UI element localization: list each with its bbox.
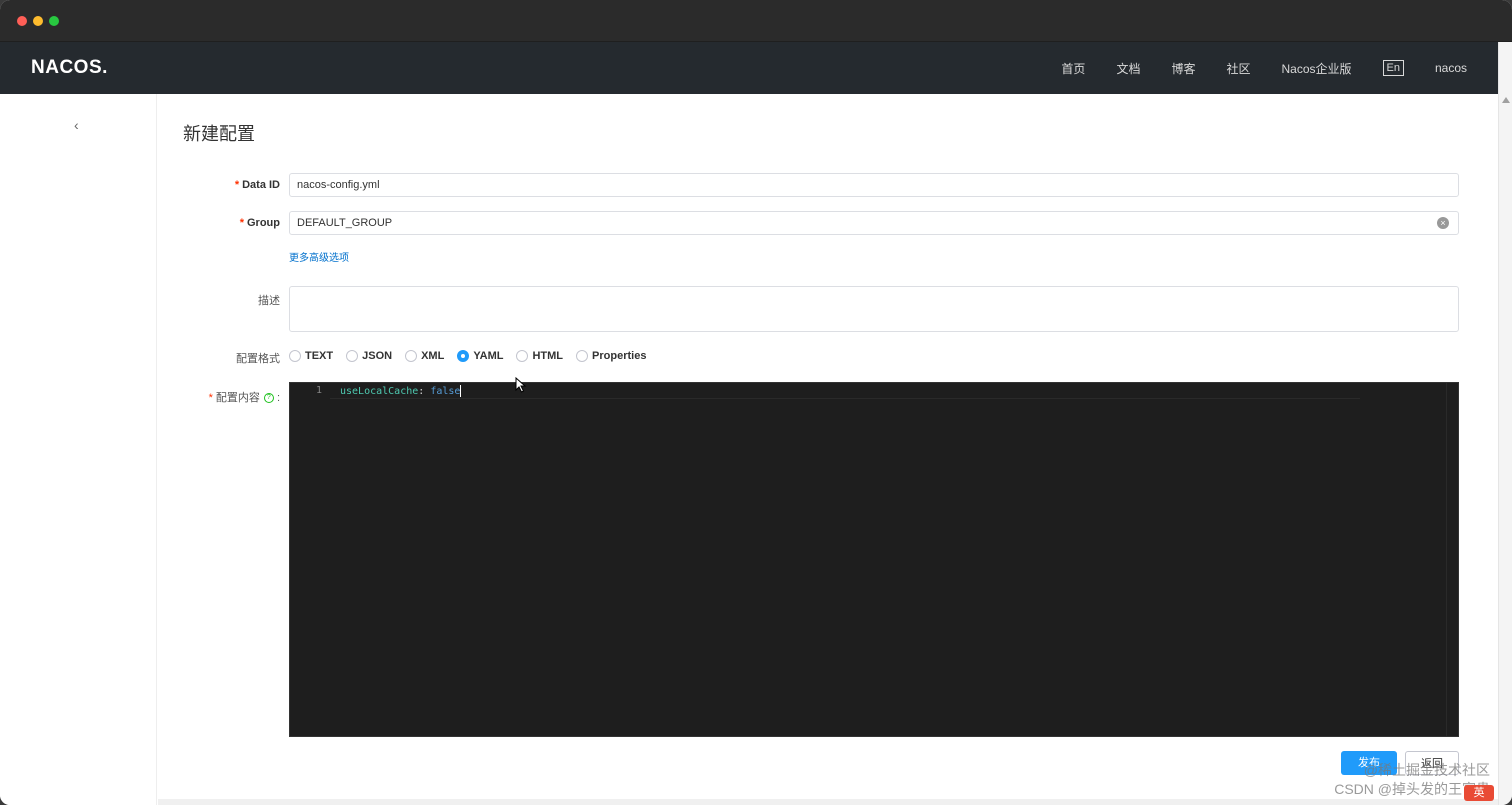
format-radio-xml[interactable]: XML — [405, 350, 444, 362]
group-input[interactable]: DEFAULT_GROUP × — [289, 211, 1459, 235]
radio-label: JSON — [362, 350, 393, 362]
nacos-logo[interactable]: NACOS. — [31, 56, 108, 80]
yaml-separator: : — [418, 386, 431, 397]
radio-circle — [346, 350, 359, 362]
group-input-value: DEFAULT_GROUP — [297, 217, 393, 229]
radio-circle — [516, 350, 529, 362]
format-radio-json[interactable]: JSON — [346, 350, 392, 362]
browser-window: NACOS. 首页 文档 博客 社区 Nacos企业版 En nacos ‹ 新… — [0, 0, 1512, 805]
content-label-text: 配置内容 — [215, 392, 260, 404]
editor-scrollbar[interactable] — [1446, 383, 1458, 736]
ime-indicator-icon: 英 — [1464, 785, 1494, 801]
format-radio-yaml[interactable]: YAML — [457, 350, 503, 362]
required-mark: * — [239, 217, 244, 229]
clear-icon[interactable]: × — [1437, 217, 1449, 229]
radio-label: XML — [421, 350, 445, 362]
radio-label: YAML — [473, 350, 504, 362]
scroll-up-icon[interactable] — [1502, 97, 1510, 103]
nav-item-enterprise[interactable]: Nacos企业版 — [1281, 60, 1351, 77]
format-radio-properties[interactable]: Properties — [576, 350, 646, 362]
top-navbar: NACOS. 首页 文档 博客 社区 Nacos企业版 En nacos — [0, 42, 1512, 94]
page-title: 新建配置 — [183, 124, 255, 144]
nav-item-blog[interactable]: 博客 — [1171, 60, 1195, 77]
radio-label: HTML — [532, 350, 564, 362]
main-content: 新建配置 * Data ID nacos-config.yml * Group DE… — [158, 94, 1498, 805]
content-label: * 配置内容? : — [160, 389, 280, 405]
close-window-button[interactable] — [17, 16, 27, 26]
format-label: 配置格式 — [236, 353, 280, 365]
required-mark: * — [208, 392, 213, 404]
data-id-label-text: Data ID — [242, 179, 280, 191]
horizontal-scrollbar[interactable] — [158, 799, 1498, 805]
group-label: * Group — [160, 217, 280, 229]
group-label-text: Group — [247, 217, 280, 229]
data-id-input[interactable]: nacos-config.yml — [289, 173, 1459, 197]
required-mark: * — [234, 179, 240, 191]
minimize-window-button[interactable] — [33, 16, 43, 26]
current-line-highlight — [330, 383, 1360, 399]
radio-circle — [576, 350, 589, 362]
yaml-value: false — [430, 386, 461, 397]
data-id-label: * Data ID — [160, 179, 280, 191]
description-textarea[interactable] — [289, 286, 1459, 332]
line-code: useLocalCache: false — [340, 385, 462, 397]
content-label-colon: : — [276, 392, 280, 404]
format-radio-text[interactable]: TEXT — [289, 350, 333, 362]
code-editor[interactable]: 1 useLocalCache: false — [289, 382, 1459, 737]
help-icon[interactable]: ? — [263, 393, 274, 404]
yaml-key: useLocalCache — [340, 386, 419, 397]
language-switch-button[interactable]: En — [1382, 60, 1404, 76]
format-radio-group: TEXT JSON XML YAML HTML Properties — [289, 348, 659, 364]
editor-line: 1 useLocalCache: false — [290, 383, 1458, 399]
description-label: 描述 — [258, 295, 280, 307]
advanced-options-link[interactable]: 更多高级选项 — [289, 249, 349, 264]
chevron-left-icon[interactable]: ‹ — [74, 118, 86, 132]
nav-item-home[interactable]: 首页 — [1061, 60, 1085, 77]
maximize-window-button[interactable] — [49, 16, 59, 26]
page-scrollbar[interactable] — [1498, 42, 1512, 805]
radio-circle — [405, 350, 418, 362]
nav-menu: 首页 文档 博客 社区 Nacos企业版 En nacos — [1030, 42, 1467, 94]
user-menu[interactable]: nacos — [1435, 61, 1467, 75]
format-radio-html[interactable]: HTML — [516, 350, 563, 362]
sidebar: ‹ — [0, 94, 157, 805]
watermark-line-1: @稀土掘金技术社区 — [1363, 762, 1490, 778]
radio-label: Properties — [592, 350, 647, 362]
window-titlebar — [0, 0, 1512, 42]
radio-circle — [457, 350, 470, 362]
text-caret — [460, 385, 462, 397]
nav-item-community[interactable]: 社区 — [1226, 60, 1250, 77]
nav-item-docs[interactable]: 文档 — [1116, 60, 1140, 77]
line-number: 1 — [315, 385, 322, 396]
radio-label: TEXT — [305, 350, 334, 362]
radio-circle — [289, 350, 301, 362]
